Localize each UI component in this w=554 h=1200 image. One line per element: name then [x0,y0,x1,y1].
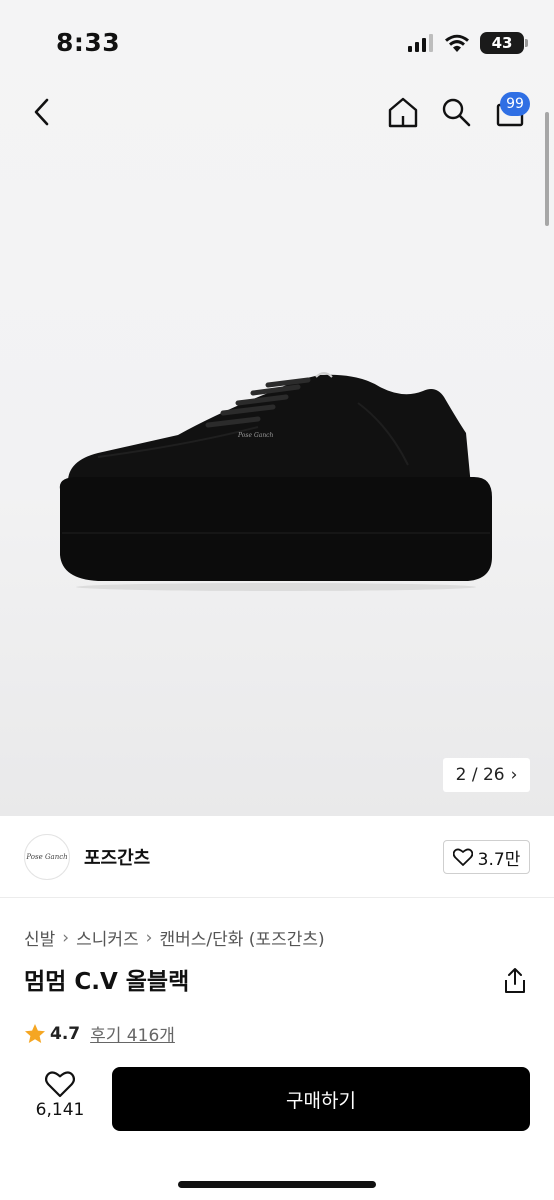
status-bar: 8:33 43 [0,0,554,88]
cart-badge: 99 [500,92,530,116]
brand-logo-text: Pose Ganch [26,853,68,861]
image-counter-text: 2 / 26 [455,765,505,785]
wishlist-button[interactable]: 6,141 [30,1070,90,1134]
brand-logo[interactable]: Pose Ganch [24,834,70,880]
chevron-left-icon [34,98,49,126]
breadcrumb-item-canvas[interactable]: 캔버스/단화 (포즈간츠) [159,925,324,950]
image-counter[interactable]: 2 / 26 › [443,758,530,792]
heart-icon [45,1071,75,1098]
battery-icon: 43 [480,32,528,54]
brand-like-count: 3.7만 [477,849,521,870]
bottom-action-bar: 6,141 구매하기 [0,1060,554,1200]
chevron-right-icon: › [510,765,518,785]
status-time: 8:33 [56,28,121,57]
home-button[interactable] [381,88,425,136]
status-icons: 43 [408,32,528,54]
share-icon [505,968,525,993]
wifi-icon [445,34,469,52]
share-button[interactable] [498,962,532,998]
review-link[interactable]: 후기 416개 [90,1021,175,1046]
back-button[interactable] [20,88,64,136]
chevron-right-icon: › [145,927,153,948]
brand-name[interactable]: 포즈간츠 [84,844,150,870]
rating-row: 4.7 후기 416개 [24,1021,175,1046]
product-image: Pose Ganch [59,372,493,591]
search-button[interactable] [434,88,478,136]
breadcrumb-item-sneakers[interactable]: 스니커즈 [76,925,139,950]
breadcrumb-item-shoes[interactable]: 신발 [24,925,55,950]
top-nav [0,88,554,138]
search-icon [442,98,471,127]
brand-row[interactable]: Pose Ganch 포즈간츠 3.7만 [0,832,554,898]
star-icon [25,1023,45,1043]
product-title: 멈멈 C.V 올블랙 [24,969,190,995]
wishlist-count: 6,141 [35,1100,85,1120]
buy-button[interactable]: 구매하기 [112,1067,530,1131]
svg-text:Pose Ganch: Pose Ganch [237,432,274,439]
home-indicator [178,1181,376,1188]
battery-level: 43 [491,34,513,52]
heart-icon [452,848,473,866]
signal-icon [408,34,433,52]
chevron-right-icon: › [62,927,70,948]
home-icon [388,97,418,128]
scroll-indicator [545,112,549,226]
breadcrumb: 신발 › 스니커즈 › 캔버스/단화 (포즈간츠) [24,925,325,951]
rating-score: 4.7 [50,1023,81,1044]
brand-like-button[interactable]: 3.7만 [443,840,530,874]
